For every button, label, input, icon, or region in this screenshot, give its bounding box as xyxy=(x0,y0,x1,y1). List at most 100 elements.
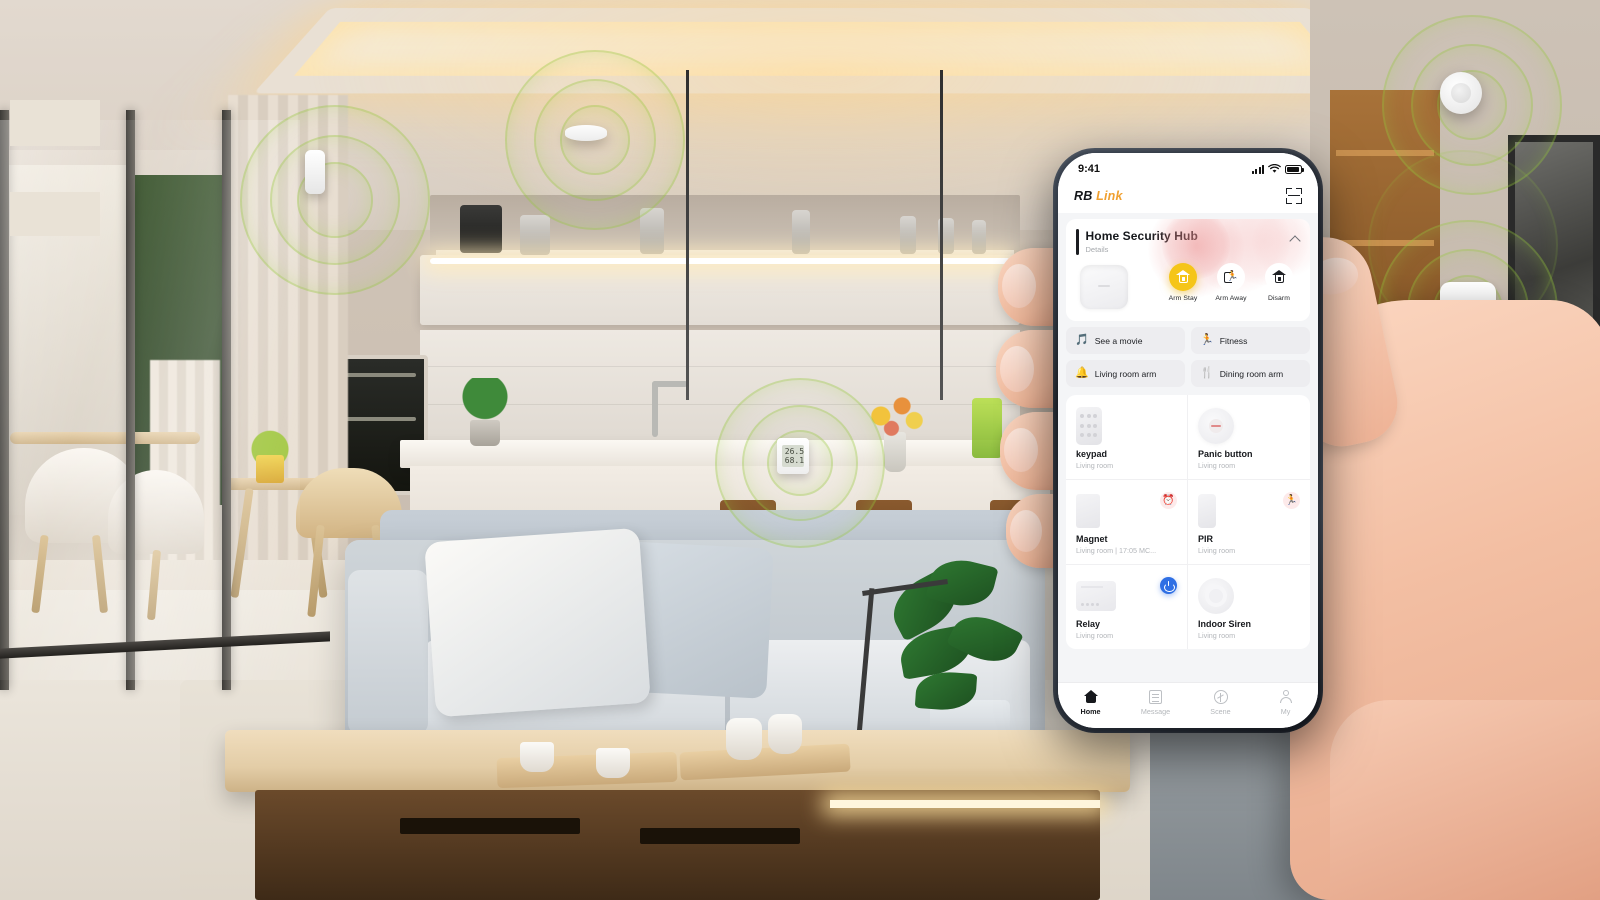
device-location: Living room xyxy=(1198,631,1298,640)
sliding-door-frame-1 xyxy=(0,110,9,690)
arm-away-label: Arm Away xyxy=(1210,295,1252,302)
tab-scene[interactable]: Scene xyxy=(1196,689,1246,716)
tab-label: My xyxy=(1261,707,1311,716)
power-toggle-icon[interactable] xyxy=(1160,577,1177,594)
device-location: Living room xyxy=(1076,461,1176,470)
shelf-item xyxy=(10,100,100,146)
wifi-icon xyxy=(1268,164,1281,174)
scene-icon xyxy=(1196,689,1246,704)
scene-chip-dining-room-arm[interactable]: 🍴 Dining room arm xyxy=(1191,360,1310,387)
hub-accent-bar xyxy=(1076,229,1079,255)
device-location: Living room xyxy=(1076,631,1176,640)
coffee-table-slot xyxy=(400,818,580,834)
kitchen-upper-cabinets xyxy=(420,255,1020,325)
brand-prefix: RB xyxy=(1074,189,1092,203)
tea-cup-2 xyxy=(596,748,630,778)
bookshelf xyxy=(1330,90,1440,420)
tab-label: Scene xyxy=(1196,707,1246,716)
device-location: Living room | 17:05 MC... xyxy=(1076,546,1176,555)
shelf-item xyxy=(10,192,100,236)
music-note-icon: 🎵 xyxy=(1075,335,1089,346)
device-name: PIR xyxy=(1198,534,1300,544)
arm-away-button[interactable]: 🏃 Arm Away xyxy=(1210,263,1252,302)
cutlery-icon: 🍴 xyxy=(1200,368,1214,379)
hub-details-link[interactable]: Details xyxy=(1086,245,1198,254)
sofa-armrest xyxy=(348,570,428,735)
scene-shortcuts: 🎵 See a movie 🏃 Fitness 🔔 Living room ar… xyxy=(1066,327,1310,387)
right-armchair xyxy=(1470,585,1600,715)
scene-label: Living room arm xyxy=(1095,369,1157,379)
device-card-relay[interactable]: Relay Living room xyxy=(1066,565,1188,649)
tab-home[interactable]: Home xyxy=(1066,689,1116,716)
device-card-pir[interactable]: 🏃 PIR Living room xyxy=(1188,480,1310,565)
scene-label: Fitness xyxy=(1220,336,1248,346)
bottom-tab-bar: Home Message Scene My xyxy=(1058,682,1318,728)
scene-chip-see-a-movie[interactable]: 🎵 See a movie xyxy=(1066,327,1185,354)
scene-label: See a movie xyxy=(1095,336,1143,346)
kettle xyxy=(520,215,550,255)
arm-mode-group: Arm Stay 🏃 Arm Away Disarm xyxy=(1162,263,1300,302)
hub-title: Home Security Hub xyxy=(1086,229,1198,243)
device-card-magnet[interactable]: ⏰ Magnet Living room | 17:05 MC... xyxy=(1066,480,1188,565)
app-brand-logo: RB Link xyxy=(1074,189,1123,203)
device-card-panic-button[interactable]: Panic button Living room xyxy=(1188,395,1310,480)
profile-icon xyxy=(1261,689,1311,704)
app-header: RB Link xyxy=(1058,181,1318,213)
tab-message[interactable]: Message xyxy=(1131,689,1181,716)
arm-stay-button[interactable]: Arm Stay xyxy=(1162,263,1204,302)
table-decor-pot xyxy=(256,455,284,483)
ceiling-cove-light xyxy=(253,8,1386,93)
tab-my[interactable]: My xyxy=(1261,689,1311,716)
green-bottles xyxy=(972,398,1002,458)
status-bar: 9:41 xyxy=(1058,153,1318,181)
disarm-icon-circle xyxy=(1265,263,1293,291)
device-art xyxy=(1198,405,1300,447)
chevron-up-icon[interactable] xyxy=(1290,233,1300,243)
scene-chip-living-room-arm[interactable]: 🔔 Living room arm xyxy=(1066,360,1185,387)
herb-pot xyxy=(470,420,500,446)
sliding-door-frame-2 xyxy=(126,110,135,690)
device-location: Living room xyxy=(1198,461,1298,470)
kitchen-faucet xyxy=(652,381,658,437)
wall-panel-sensor xyxy=(1440,282,1496,340)
jar-3 xyxy=(972,220,986,254)
home-security-hub-card[interactable]: Home Security Hub Details Arm Stay 🏃 Arm… xyxy=(1066,219,1310,321)
hub-device-icon xyxy=(1080,265,1128,309)
tab-label: Message xyxy=(1131,707,1181,716)
app-content: Home Security Hub Details Arm Stay 🏃 Arm… xyxy=(1058,213,1318,682)
motion-sensor xyxy=(1440,72,1482,114)
sensor-display: 26.5 68.1 xyxy=(782,445,804,467)
hub-header: Home Security Hub Details xyxy=(1076,229,1300,255)
magnet-sensor-icon xyxy=(1076,494,1100,528)
motion-running-icon: 🏃 xyxy=(1283,492,1300,509)
scene-label: Dining room arm xyxy=(1220,369,1284,379)
room-scene-background: 26.5 68.1 9:41 RB Link Home Security Hub… xyxy=(0,0,1600,900)
hub-controls-row: Arm Stay 🏃 Arm Away Disarm xyxy=(1076,263,1300,309)
tab-label: Home xyxy=(1066,707,1116,716)
dining-table xyxy=(10,432,200,444)
house-shield-icon xyxy=(1176,270,1190,284)
alarm-bell-icon: ⏰ xyxy=(1160,492,1177,509)
disarm-button[interactable]: Disarm xyxy=(1258,263,1300,302)
home-icon xyxy=(1066,689,1116,704)
brand-suffix: Link xyxy=(1092,189,1122,203)
device-card-keypad[interactable]: keypad Living room xyxy=(1066,395,1188,480)
device-name: Magnet xyxy=(1076,534,1177,544)
device-grid: keypad Living room Panic button Living r… xyxy=(1066,395,1310,649)
floor-lamp-pole-3 xyxy=(1438,400,1444,610)
decor-rod-right xyxy=(940,70,943,400)
battery-full-icon xyxy=(1285,165,1302,174)
running-person-icon: 🏃 xyxy=(1224,270,1239,285)
scan-qr-icon[interactable] xyxy=(1286,188,1302,204)
bell-icon: 🔔 xyxy=(1075,368,1089,379)
device-card-indoor-siren[interactable]: Indoor Siren Living room xyxy=(1188,565,1310,649)
kitchen-island-counter xyxy=(400,440,1060,468)
smartphone: 9:41 RB Link Home Security Hub Details A… xyxy=(1053,148,1323,733)
message-icon xyxy=(1131,689,1181,704)
kitchen-open-shelf xyxy=(430,195,1020,261)
pir-sensor-icon xyxy=(1198,494,1216,528)
scene-chip-fitness[interactable]: 🏃 Fitness xyxy=(1191,327,1310,354)
coffee-table-led xyxy=(830,800,1100,808)
keypad-icon xyxy=(1076,407,1102,445)
house-unlock-icon xyxy=(1272,270,1286,284)
